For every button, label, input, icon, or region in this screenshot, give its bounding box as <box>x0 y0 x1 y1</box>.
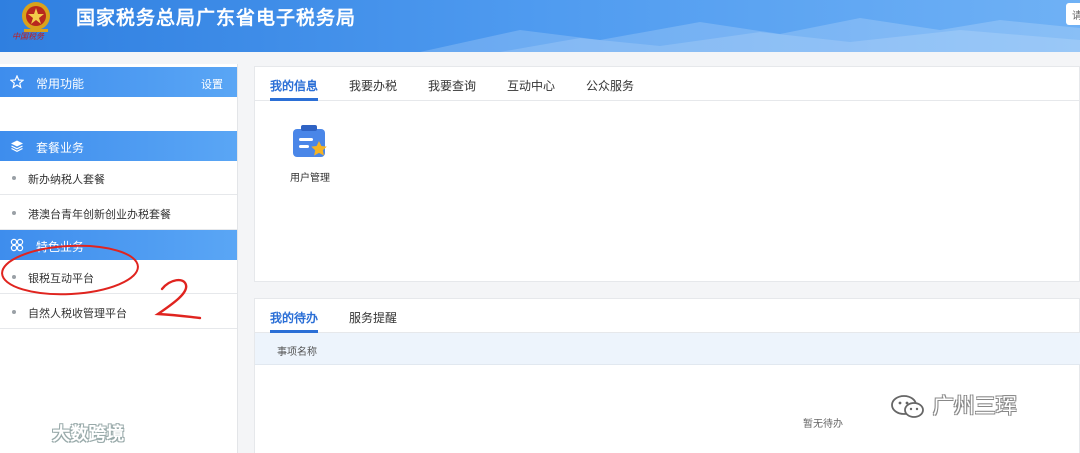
star-icon <box>10 75 24 89</box>
favorites-header[interactable]: 常用功能 设置 <box>0 67 237 97</box>
column-header-item-name: 事项名称 <box>277 347 317 358</box>
sidebar-item-youth-startup[interactable]: 港澳台青年创新创业办税套餐 <box>0 196 237 230</box>
watermark-right: 广州三珲 <box>890 390 1017 420</box>
tab-public-service[interactable]: 公众服务 <box>586 77 634 94</box>
user-management-icon <box>293 125 327 157</box>
tax-bureau-portal: 中国税务 国家税务总局广东省电子税务局 请 常用功能 设置 套餐业务 新办纳税人… <box>0 0 1080 453</box>
sidebar-item-label: 新办纳税人套餐 <box>28 173 105 186</box>
sidebar: 常用功能 设置 套餐业务 新办纳税人套餐 港澳台青年创新创业办税套餐 特色业务 … <box>0 64 238 453</box>
favorites-label: 常用功能 <box>36 77 85 91</box>
sidebar-item-label: 自然人税收管理平台 <box>28 307 127 320</box>
special-label: 特色业务 <box>36 240 85 254</box>
info-panel: 我的信息 我要办税 我要查询 互动中心 公众服务 用户管理 <box>254 66 1080 282</box>
active-tab-indicator <box>270 98 318 101</box>
tab-interaction[interactable]: 互动中心 <box>507 77 555 94</box>
grid-icon <box>10 238 24 252</box>
special-header[interactable]: 特色业务 <box>0 230 237 260</box>
watermark-left: 大数跨境 <box>10 420 124 446</box>
bullet-icon <box>12 176 16 180</box>
header-right-button[interactable]: 请 <box>1066 3 1080 25</box>
todo-table-header: 事项名称 <box>255 333 1080 365</box>
bullet-icon <box>12 275 16 279</box>
packages-header[interactable]: 套餐业务 <box>0 131 237 161</box>
watermark-left-text: 大数跨境 <box>52 424 125 445</box>
bullet-icon <box>12 211 16 215</box>
sidebar-item-bank-tax-platform[interactable]: 银税互动平台 <box>0 260 237 294</box>
watermark-right-text: 广州三珲 <box>932 394 1017 418</box>
sidebar-item-label: 港澳台青年创新创业办税套餐 <box>28 208 171 221</box>
tab-service-reminder[interactable]: 服务提醒 <box>349 309 397 326</box>
tab-do-tax[interactable]: 我要办税 <box>349 77 397 94</box>
tab-query[interactable]: 我要查询 <box>428 77 476 94</box>
wechat-icon <box>891 395 924 418</box>
sidebar-item-label: 银税互动平台 <box>28 272 94 285</box>
tab-my-todo[interactable]: 我的待办 <box>270 309 318 326</box>
tab-my-info[interactable]: 我的信息 <box>270 77 318 94</box>
favorites-settings-link[interactable]: 设置 <box>201 76 223 92</box>
info-tabs: 我的信息 我要办税 我要查询 互动中心 公众服务 <box>255 67 1080 101</box>
todo-panel: 我的待办 服务提醒 事项名称 暂无待办 <box>254 298 1080 453</box>
user-management-label: 用户管理 <box>290 173 330 184</box>
sidebar-item-new-taxpayer[interactable]: 新办纳税人套餐 <box>0 161 237 195</box>
header-bar: 中国税务 国家税务总局广东省电子税务局 请 <box>0 0 1080 52</box>
emblem-caption: 中国税务 <box>12 32 44 41</box>
bullet-icon <box>12 310 16 314</box>
packages-label: 套餐业务 <box>36 141 85 155</box>
watermark-logo-icon <box>11 427 45 444</box>
layers-icon <box>11 140 23 152</box>
todo-tabs: 我的待办 服务提醒 <box>255 299 1080 333</box>
sidebar-item-individual-tax-platform[interactable]: 自然人税收管理平台 <box>0 295 237 329</box>
empty-state-text: 暂无待办 <box>803 419 843 430</box>
app-title: 国家税务总局广东省电子税务局 <box>76 7 357 29</box>
user-management-tile[interactable]: 用户管理 <box>285 123 335 187</box>
